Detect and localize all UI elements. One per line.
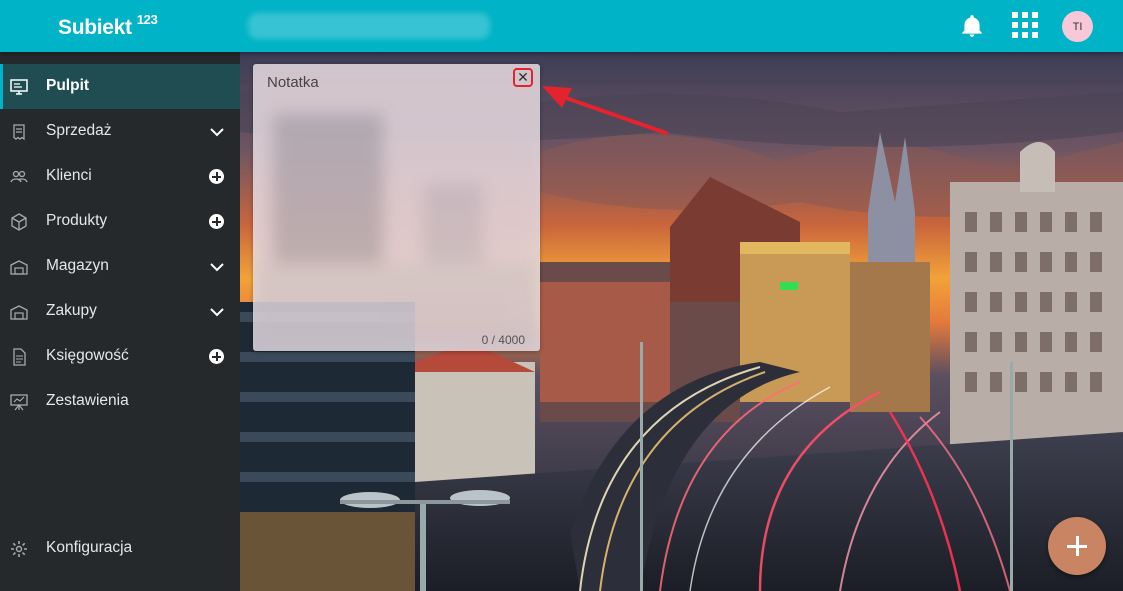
- add-accounting-icon[interactable]: [209, 349, 224, 364]
- sidebar-item-label: Produkty: [46, 212, 108, 229]
- sidebar-item-magazyn[interactable]: Magazyn: [0, 244, 240, 289]
- apps-grid-icon[interactable]: [1012, 12, 1038, 38]
- add-product-icon[interactable]: [209, 214, 224, 229]
- truck-icon: [10, 305, 28, 320]
- close-icon: ✕: [517, 69, 529, 85]
- sidebar-item-pulpit[interactable]: Pulpit: [0, 64, 240, 109]
- gear-icon: [11, 541, 27, 557]
- warehouse-icon: [10, 260, 28, 275]
- sidebar-item-zakupy[interactable]: Zakupy: [0, 289, 240, 334]
- sidebar-item-klienci[interactable]: Klienci: [0, 154, 240, 199]
- top-bar: Subiekt 123 TI: [0, 0, 1123, 52]
- add-client-icon[interactable]: [209, 169, 224, 184]
- chevron-down-icon[interactable]: [208, 303, 226, 321]
- company-name-blurred: [248, 13, 490, 39]
- receipt-icon: [13, 124, 25, 141]
- box-icon: [11, 213, 27, 231]
- app-logo[interactable]: Subiekt 123: [58, 12, 158, 40]
- desktop-icon: [10, 79, 28, 95]
- sidebar-item-ksiegowosc[interactable]: Księgowość: [0, 334, 240, 379]
- sidebar-item-label: Zakupy: [46, 302, 97, 319]
- sidebar: Pulpit Sprzedaż Klienci Produkty Magazyn…: [0, 52, 240, 591]
- sidebar-item-label: Księgowość: [46, 347, 129, 364]
- bell-icon[interactable]: [959, 13, 985, 39]
- note-widget[interactable]: Notatka ✕ 0 / 4000: [253, 64, 540, 351]
- note-title: Notatka: [267, 74, 319, 91]
- note-background-blur: [253, 64, 540, 351]
- sidebar-item-label: Pulpit: [46, 77, 90, 94]
- character-counter: 0 / 4000: [481, 333, 525, 347]
- sidebar-item-sprzedaz[interactable]: Sprzedaż: [0, 109, 240, 154]
- sidebar-item-konfiguracja[interactable]: Konfiguracja: [0, 526, 240, 571]
- sidebar-item-label: Klienci: [46, 167, 92, 184]
- add-fab-button[interactable]: [1048, 517, 1106, 575]
- sidebar-item-label: Zestawienia: [46, 392, 129, 409]
- presentation-icon: [10, 394, 28, 411]
- sidebar-item-produkty[interactable]: Produkty: [0, 199, 240, 244]
- sidebar-item-label: Sprzedaż: [46, 122, 112, 139]
- users-icon: [10, 170, 28, 183]
- user-avatar[interactable]: TI: [1062, 11, 1093, 42]
- chevron-down-icon[interactable]: [208, 258, 226, 276]
- document-icon: [13, 348, 26, 366]
- sidebar-item-label: Konfiguracja: [46, 539, 133, 556]
- sidebar-item-zestawienia[interactable]: Zestawienia: [0, 379, 240, 424]
- annotation-arrow-icon: [542, 86, 668, 135]
- sidebar-item-label: Magazyn: [46, 257, 109, 274]
- chevron-down-icon[interactable]: [208, 123, 226, 141]
- close-button[interactable]: ✕: [513, 68, 533, 87]
